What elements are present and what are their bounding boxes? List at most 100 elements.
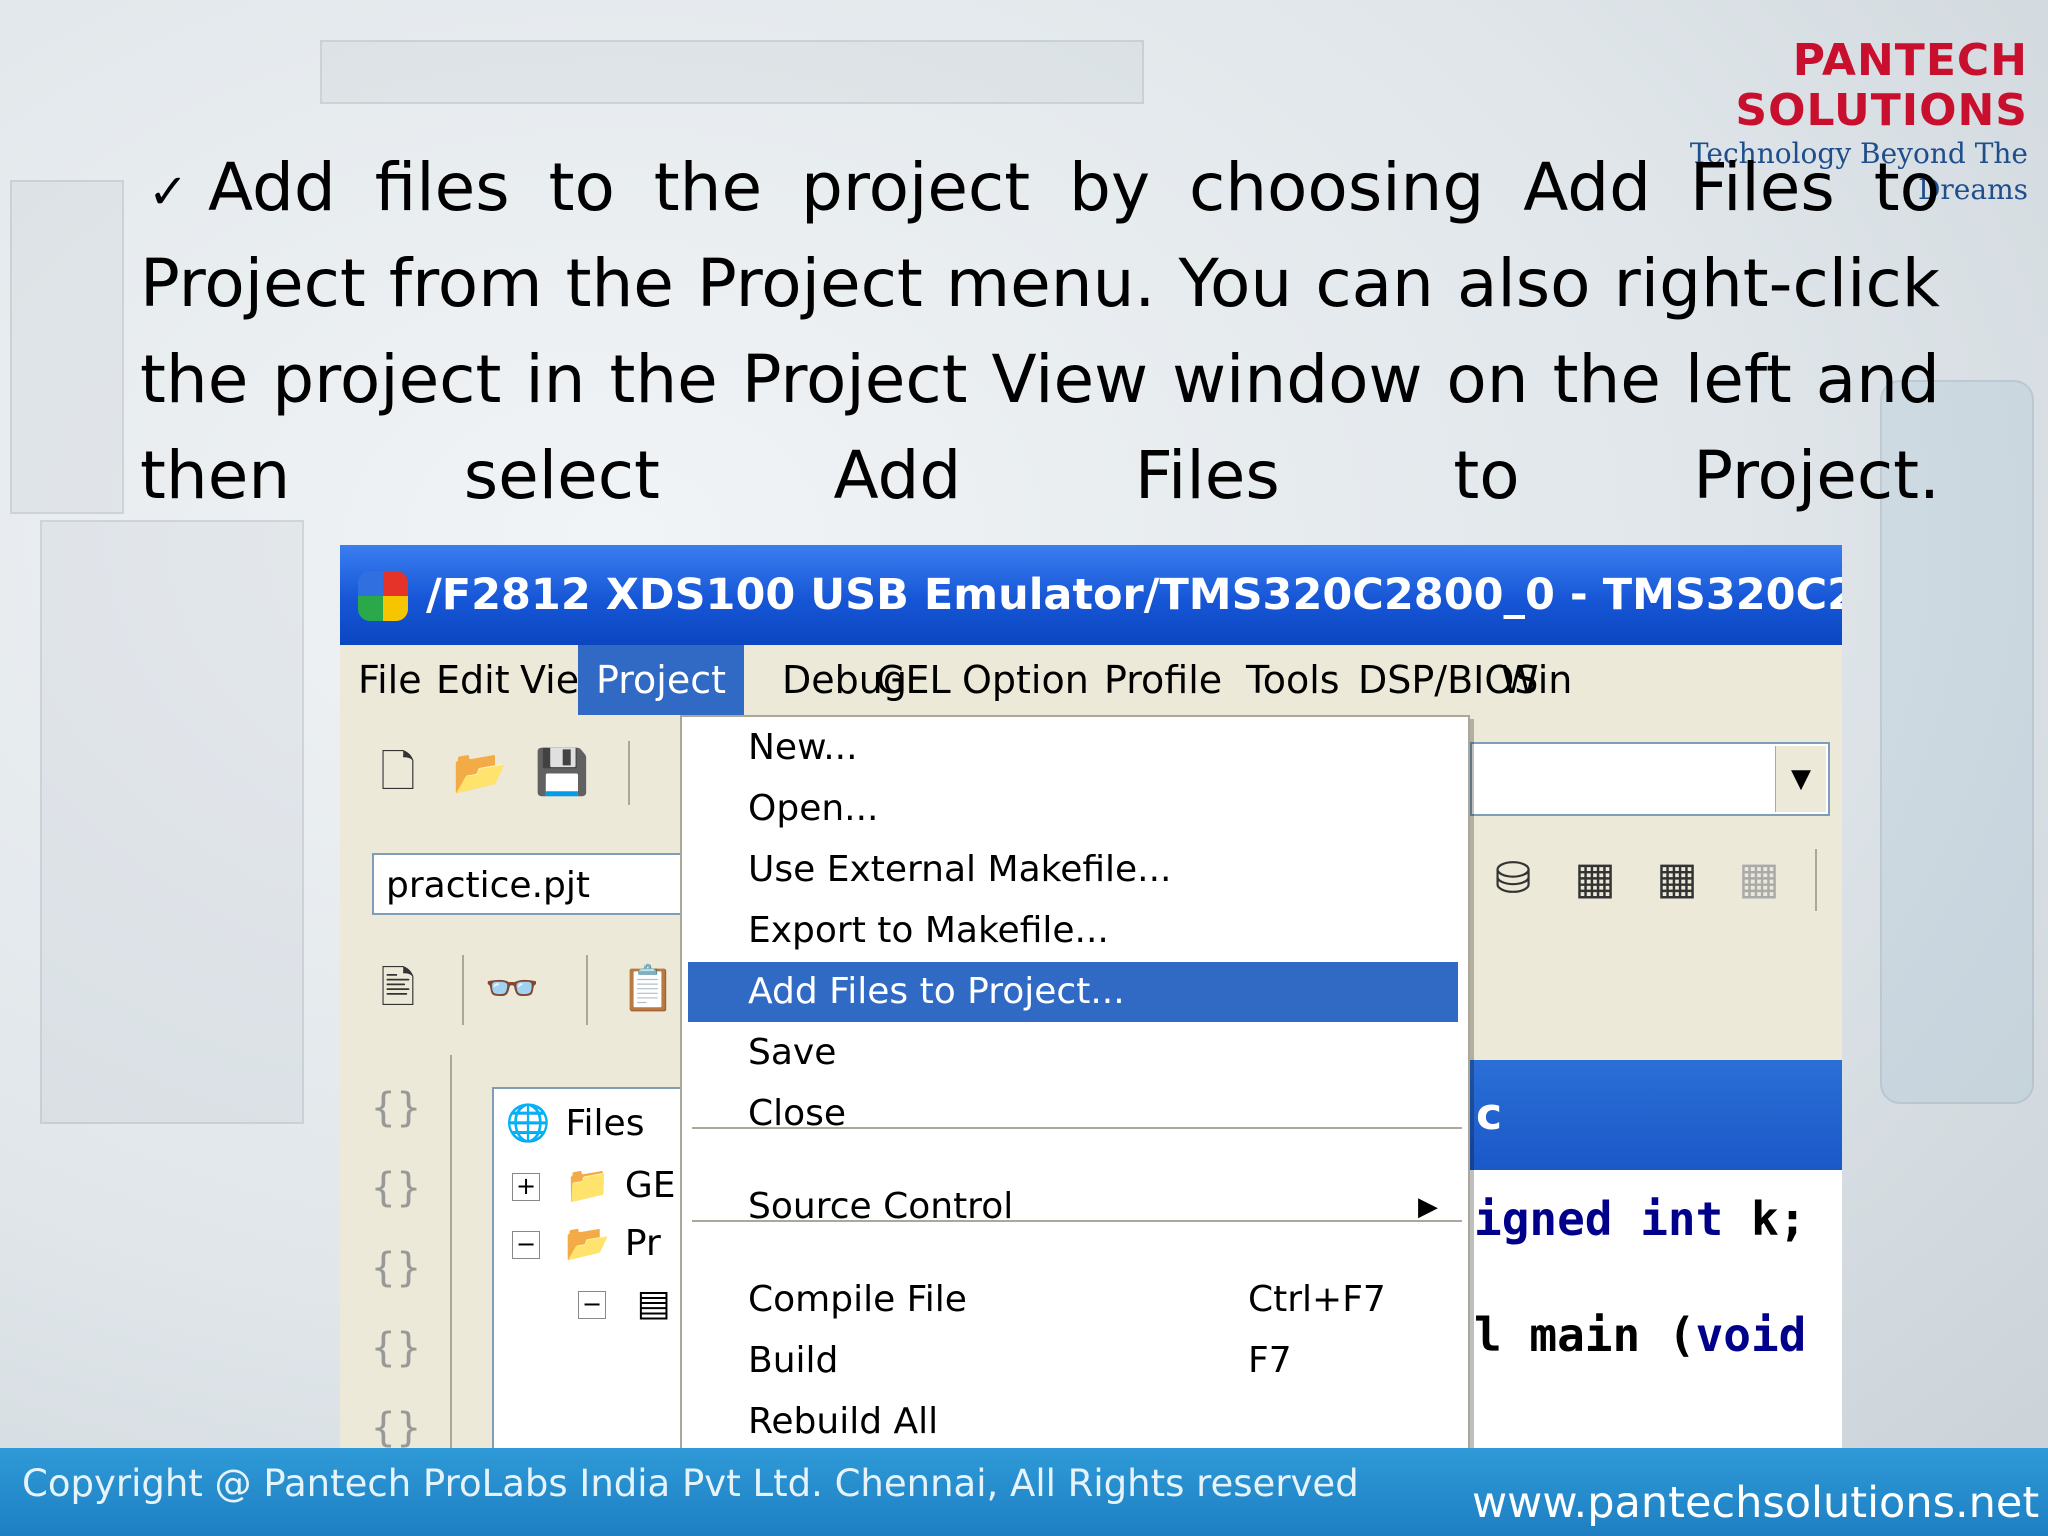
menu-item-use-external-makefile[interactable]: Use External Makefile... bbox=[688, 840, 1458, 900]
folder-icon: 📁 bbox=[565, 1165, 610, 1206]
menu-profile[interactable]: Profile bbox=[1086, 645, 1240, 715]
menu-item-build[interactable]: Build F7 bbox=[688, 1331, 1458, 1391]
tree-item[interactable]: + 📁 GE bbox=[512, 1161, 676, 1211]
menu-item-open[interactable]: Open... bbox=[688, 779, 1458, 839]
folder-icon: 📂 bbox=[565, 1223, 610, 1264]
menu-item-new[interactable]: New... bbox=[688, 718, 1458, 778]
menu-item-source-control[interactable]: Source Control ▶ bbox=[688, 1177, 1458, 1237]
paragraph-word: Files bbox=[1134, 437, 1280, 514]
menu-item-export-to-makefile[interactable]: Export to Makefile... bbox=[688, 901, 1458, 961]
menu-tools[interactable]: Tools bbox=[1228, 645, 1358, 715]
paragraph-word: window bbox=[1172, 341, 1423, 418]
menu-item-shortcut: F7 bbox=[1248, 1340, 1292, 1381]
paragraph-word: Project. bbox=[1693, 437, 1940, 514]
menu-win[interactable]: Win bbox=[1483, 645, 1590, 715]
menu-item-label: Source Control bbox=[748, 1186, 1014, 1227]
bullet-paragraph: ✓ Add files to the project by choosing Add Files… bbox=[140, 140, 1940, 524]
watch-icon[interactable]: 🖹 bbox=[370, 961, 426, 1017]
code-line: igned int k; bbox=[1474, 1192, 1807, 1246]
menu-item-label: Build bbox=[748, 1340, 839, 1381]
project-select-field[interactable]: practice.pjt bbox=[372, 853, 684, 915]
paragraph-word: Project bbox=[140, 245, 366, 322]
open-folder-icon[interactable]: 📂 bbox=[452, 745, 508, 801]
tree-root[interactable]: 🌐 Files bbox=[502, 1099, 645, 1149]
paragraph-word: files bbox=[374, 149, 510, 226]
menu-item-compile-file[interactable]: Compile File Ctrl+F7 bbox=[688, 1270, 1458, 1330]
rebuild-icon[interactable]: ▦ bbox=[1567, 851, 1623, 907]
tree-item[interactable]: − 📂 Pr bbox=[512, 1219, 661, 1269]
run-to-cursor-icon[interactable]: {} bbox=[368, 1325, 424, 1371]
window-titlebar: /F2812 XDS100 USB Emulator/TMS320C2800_0… bbox=[340, 545, 1842, 645]
checkmark-icon: ✓ bbox=[148, 164, 189, 220]
toolbar-row-1: 🗋 📂 💾 bbox=[340, 715, 680, 835]
paragraph-word: the bbox=[653, 149, 763, 226]
menu-separator bbox=[692, 1127, 1462, 1129]
paragraph-word: in bbox=[525, 341, 586, 418]
slide: PANTECH SOLUTIONS Technology Beyond The … bbox=[0, 0, 2048, 1536]
background-decoration bbox=[40, 520, 304, 1124]
paragraph-word: the bbox=[609, 341, 718, 418]
paragraph-line: then select Add Files to Project. bbox=[140, 428, 1940, 524]
paragraph-word: choosing bbox=[1188, 149, 1485, 226]
paragraph-word: then bbox=[140, 437, 291, 514]
step-over-icon[interactable]: {} bbox=[368, 1165, 424, 1211]
tree-item-label: GE bbox=[624, 1165, 676, 1206]
toolbar-separator bbox=[1815, 849, 1817, 911]
editor-title-bar: c bbox=[1470, 1060, 1842, 1170]
code-line: l main (void bbox=[1474, 1308, 1807, 1362]
paragraph-word: the bbox=[565, 245, 674, 322]
menu-item-save[interactable]: Save bbox=[688, 1023, 1458, 1083]
collapse-icon[interactable]: − bbox=[578, 1291, 606, 1319]
expand-icon[interactable]: + bbox=[512, 1173, 540, 1201]
menu-item-rebuild-all[interactable]: Rebuild All bbox=[688, 1392, 1458, 1448]
menu-option[interactable]: Option bbox=[944, 645, 1107, 715]
paragraph-word: Add bbox=[833, 437, 962, 514]
background-decoration bbox=[320, 40, 1144, 104]
paragraph-word: the bbox=[1552, 341, 1661, 418]
paragraph-word: right-click bbox=[1613, 245, 1940, 322]
step-into-icon[interactable]: {} bbox=[368, 1085, 424, 1131]
glasses-icon[interactable]: 👓 bbox=[484, 961, 540, 1017]
website-url[interactable]: www.pantechsolutions.net bbox=[1472, 1478, 2039, 1528]
background-decoration bbox=[10, 180, 124, 514]
save-disk-icon[interactable]: 💾 bbox=[534, 745, 590, 801]
menu-item-label: Save bbox=[748, 1032, 837, 1073]
paragraph-word: to bbox=[1453, 437, 1520, 514]
menu-item-label: Export to Makefile... bbox=[748, 910, 1109, 951]
build-icon[interactable]: ⛁ bbox=[1485, 851, 1541, 907]
paragraph-word: Add bbox=[1523, 149, 1651, 226]
menu-project[interactable]: Project bbox=[578, 645, 745, 715]
code-editor[interactable]: igned int k; l main (void bbox=[1470, 1170, 1842, 1450]
paragraph-word: left bbox=[1684, 341, 1792, 418]
toolbar-separator bbox=[586, 955, 588, 1025]
step-icon[interactable]: ▦ bbox=[1649, 851, 1705, 907]
clipboard-icon[interactable]: 📋 bbox=[620, 961, 676, 1017]
paragraph-word: to bbox=[548, 149, 615, 226]
menu-item-label: Compile File bbox=[748, 1279, 967, 1320]
tree-item-label: Pr bbox=[624, 1223, 661, 1264]
breakpoint-icon[interactable]: ▦ bbox=[1731, 851, 1787, 907]
menu-item-label: Use External Makefile... bbox=[748, 849, 1172, 890]
toolbar-separator bbox=[462, 955, 464, 1025]
paragraph-word: Project bbox=[696, 245, 923, 322]
animate-icon[interactable]: {} bbox=[368, 1405, 424, 1450]
collapse-icon[interactable]: − bbox=[512, 1231, 540, 1259]
paragraph-word: the bbox=[140, 341, 249, 418]
paragraph-line: the project in the Project View window on the lef… bbox=[140, 332, 1940, 428]
paragraph-word: can bbox=[1315, 245, 1434, 322]
paragraph-word: project bbox=[801, 149, 1031, 226]
menu-item-add-files-to-project[interactable]: Add Files to Project... bbox=[688, 962, 1458, 1022]
menubar: File Edit View Project Debug GEL Option Profile… bbox=[340, 645, 1842, 715]
menu-item-label: Rebuild All bbox=[748, 1401, 939, 1442]
toolbar-combo-box[interactable]: ▼ bbox=[1470, 742, 1830, 816]
paragraph-word: View bbox=[991, 341, 1149, 418]
menu-item-label: Add Files to Project... bbox=[748, 971, 1125, 1012]
paragraph-word: You bbox=[1178, 245, 1293, 322]
new-file-icon[interactable]: 🗋 bbox=[370, 745, 426, 801]
paragraph-word: Project bbox=[741, 341, 968, 418]
menu-item-close[interactable]: Close bbox=[688, 1084, 1458, 1144]
paragraph-word: by bbox=[1069, 149, 1150, 226]
dropdown-arrow-icon[interactable]: ▼ bbox=[1775, 746, 1826, 812]
step-out-icon[interactable]: {} bbox=[368, 1245, 424, 1291]
tree-item[interactable]: − ▤ bbox=[578, 1279, 679, 1329]
